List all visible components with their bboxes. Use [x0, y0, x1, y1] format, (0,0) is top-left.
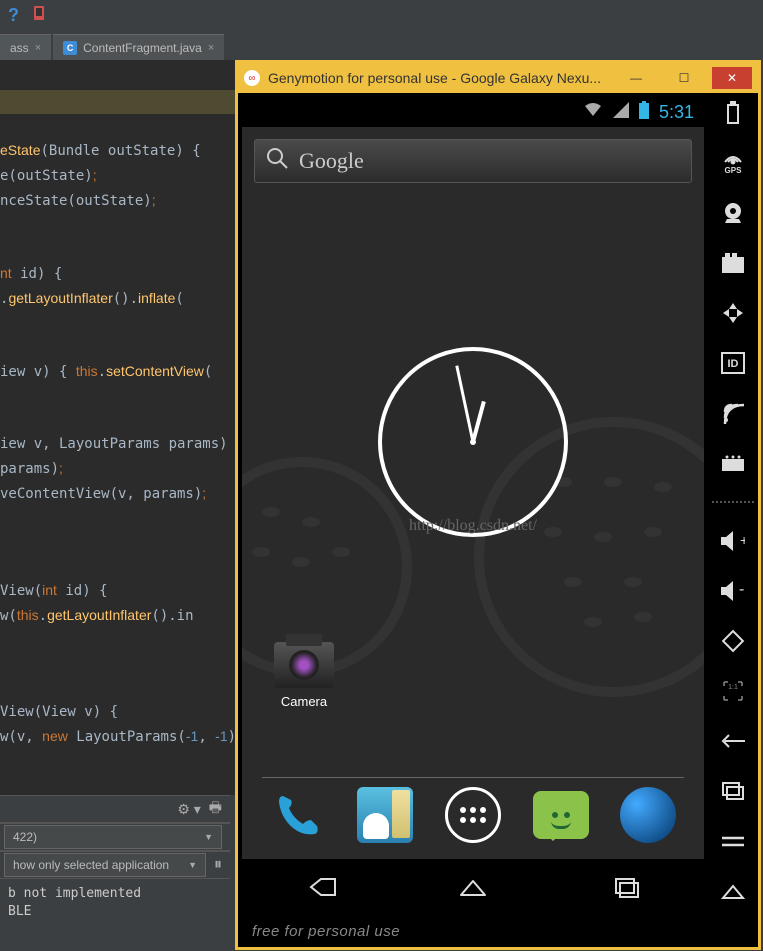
- recent-button[interactable]: [607, 872, 647, 902]
- message-icon: [533, 791, 589, 839]
- volume-down-button[interactable]: -: [719, 577, 747, 605]
- emulator-window: ∞ Genymotion for personal use - Google G…: [235, 60, 761, 950]
- globe-icon: [620, 787, 676, 843]
- panel-toolbar: ⚙ ▾ 🖶: [0, 795, 230, 823]
- close-icon[interactable]: ×: [208, 42, 214, 54]
- emulator-titlebar[interactable]: ∞ Genymotion for personal use - Google G…: [238, 63, 758, 93]
- contacts-icon: [357, 787, 413, 843]
- svg-text:1:1: 1:1: [728, 684, 738, 691]
- gps-control-icon[interactable]: GPS: [719, 149, 747, 177]
- watermark-text: http://blog.csdn.net/: [409, 517, 537, 535]
- browser-app[interactable]: [617, 784, 679, 846]
- search-icon: [265, 146, 289, 176]
- java-class-icon: C: [63, 41, 77, 55]
- network-control-icon[interactable]: [719, 399, 747, 427]
- back-button[interactable]: [299, 872, 339, 902]
- dropdown-value: how only selected application: [13, 858, 169, 872]
- svg-text:+: +: [740, 532, 745, 548]
- android-screen[interactable]: 5:31 Google http://blog.csdn.net/ Camera: [242, 97, 704, 915]
- app-dock: [242, 775, 704, 855]
- emulator-footer: free for personal use: [238, 915, 708, 947]
- filter-dropdown-row: how only selected application ▼ ⏸: [0, 851, 230, 879]
- dropdown-value: 422): [13, 830, 37, 844]
- android-recent-button[interactable]: [719, 777, 747, 805]
- volume-up-button[interactable]: +: [719, 527, 747, 555]
- device-icon[interactable]: [31, 5, 47, 26]
- sidebar-separator: [712, 501, 754, 503]
- window-title: Genymotion for personal use - Google Gal…: [268, 70, 608, 86]
- google-search-widget[interactable]: Google: [254, 139, 692, 183]
- multitouch-control-icon[interactable]: [719, 299, 747, 327]
- footer-text: free for personal use: [252, 923, 400, 940]
- search-placeholder: Google: [299, 148, 364, 174]
- contacts-app[interactable]: [354, 784, 416, 846]
- pause-icon[interactable]: ⏸: [214, 856, 222, 874]
- code-editor[interactable]: eState(Bundle outState) { e(outState); n…: [0, 60, 240, 795]
- genymotion-icon: ∞: [244, 70, 260, 86]
- camera-icon: [274, 642, 334, 688]
- battery-control-icon[interactable]: [719, 99, 747, 127]
- home-button[interactable]: [453, 872, 493, 902]
- tab-contentfragment[interactable]: C ContentFragment.java ×: [53, 34, 224, 60]
- app-label: Camera: [281, 694, 327, 709]
- webcam-control-icon[interactable]: [719, 199, 747, 227]
- screencast-control-icon[interactable]: [719, 249, 747, 277]
- minute-hand: [455, 365, 474, 442]
- print-icon[interactable]: 🖶: [209, 797, 222, 821]
- tab-ass[interactable]: ass ×: [0, 34, 51, 60]
- close-button[interactable]: ✕: [712, 67, 752, 89]
- camera-app-icon[interactable]: Camera: [274, 642, 334, 709]
- emulator-sidebar: GPS ID + - 1:1: [708, 93, 758, 947]
- signal-icon: [613, 102, 629, 123]
- device-dropdown[interactable]: 422) ▼: [4, 825, 222, 849]
- phone-icon: [271, 788, 325, 842]
- svg-text:-: -: [739, 581, 744, 598]
- tab-label: ContentFragment.java: [83, 41, 202, 55]
- rotate-button[interactable]: [719, 627, 747, 655]
- close-icon[interactable]: ×: [35, 42, 41, 54]
- ide-bottom-panel: ⚙ ▾ 🖶 422) ▼ how only selected applicati…: [0, 795, 230, 951]
- android-back-button[interactable]: [719, 727, 747, 755]
- identifier-control-icon[interactable]: ID: [719, 349, 747, 377]
- clock-time: 5:31: [659, 102, 694, 123]
- breadcrumb-band: [0, 90, 240, 114]
- maximize-button[interactable]: ☐: [664, 67, 704, 89]
- gear-icon[interactable]: ⚙ ▾: [177, 801, 200, 818]
- android-menu-button[interactable]: [719, 827, 747, 855]
- app-drawer-button[interactable]: [442, 784, 504, 846]
- analog-clock-widget[interactable]: [378, 347, 568, 537]
- tab-label: ass: [10, 41, 29, 55]
- android-home-button[interactable]: [719, 877, 747, 905]
- filter-dropdown[interactable]: how only selected application ▼: [4, 853, 206, 877]
- minimize-button[interactable]: —: [616, 67, 656, 89]
- ide-top-toolbar: ?: [0, 0, 763, 30]
- editor-tab-bar: ass × C ContentFragment.java ×: [0, 30, 763, 60]
- log-output: b not implemented BLE: [0, 879, 230, 927]
- device-dropdown-row: 422) ▼: [0, 823, 230, 851]
- phone-app[interactable]: [267, 784, 329, 846]
- messaging-app[interactable]: [530, 784, 592, 846]
- battery-icon: [639, 101, 649, 124]
- android-statusbar[interactable]: 5:31: [242, 97, 704, 127]
- pixel-ratio-button[interactable]: 1:1: [719, 677, 747, 705]
- apps-grid-icon: [445, 787, 501, 843]
- svg-text:ID: ID: [728, 358, 739, 370]
- wifi-icon: [583, 102, 603, 123]
- chevron-down-icon: ▼: [188, 860, 197, 870]
- chevron-down-icon: ▼: [204, 832, 213, 842]
- android-navbar: [242, 859, 704, 915]
- remote-control-icon[interactable]: [719, 449, 747, 477]
- help-icon[interactable]: ?: [8, 5, 19, 26]
